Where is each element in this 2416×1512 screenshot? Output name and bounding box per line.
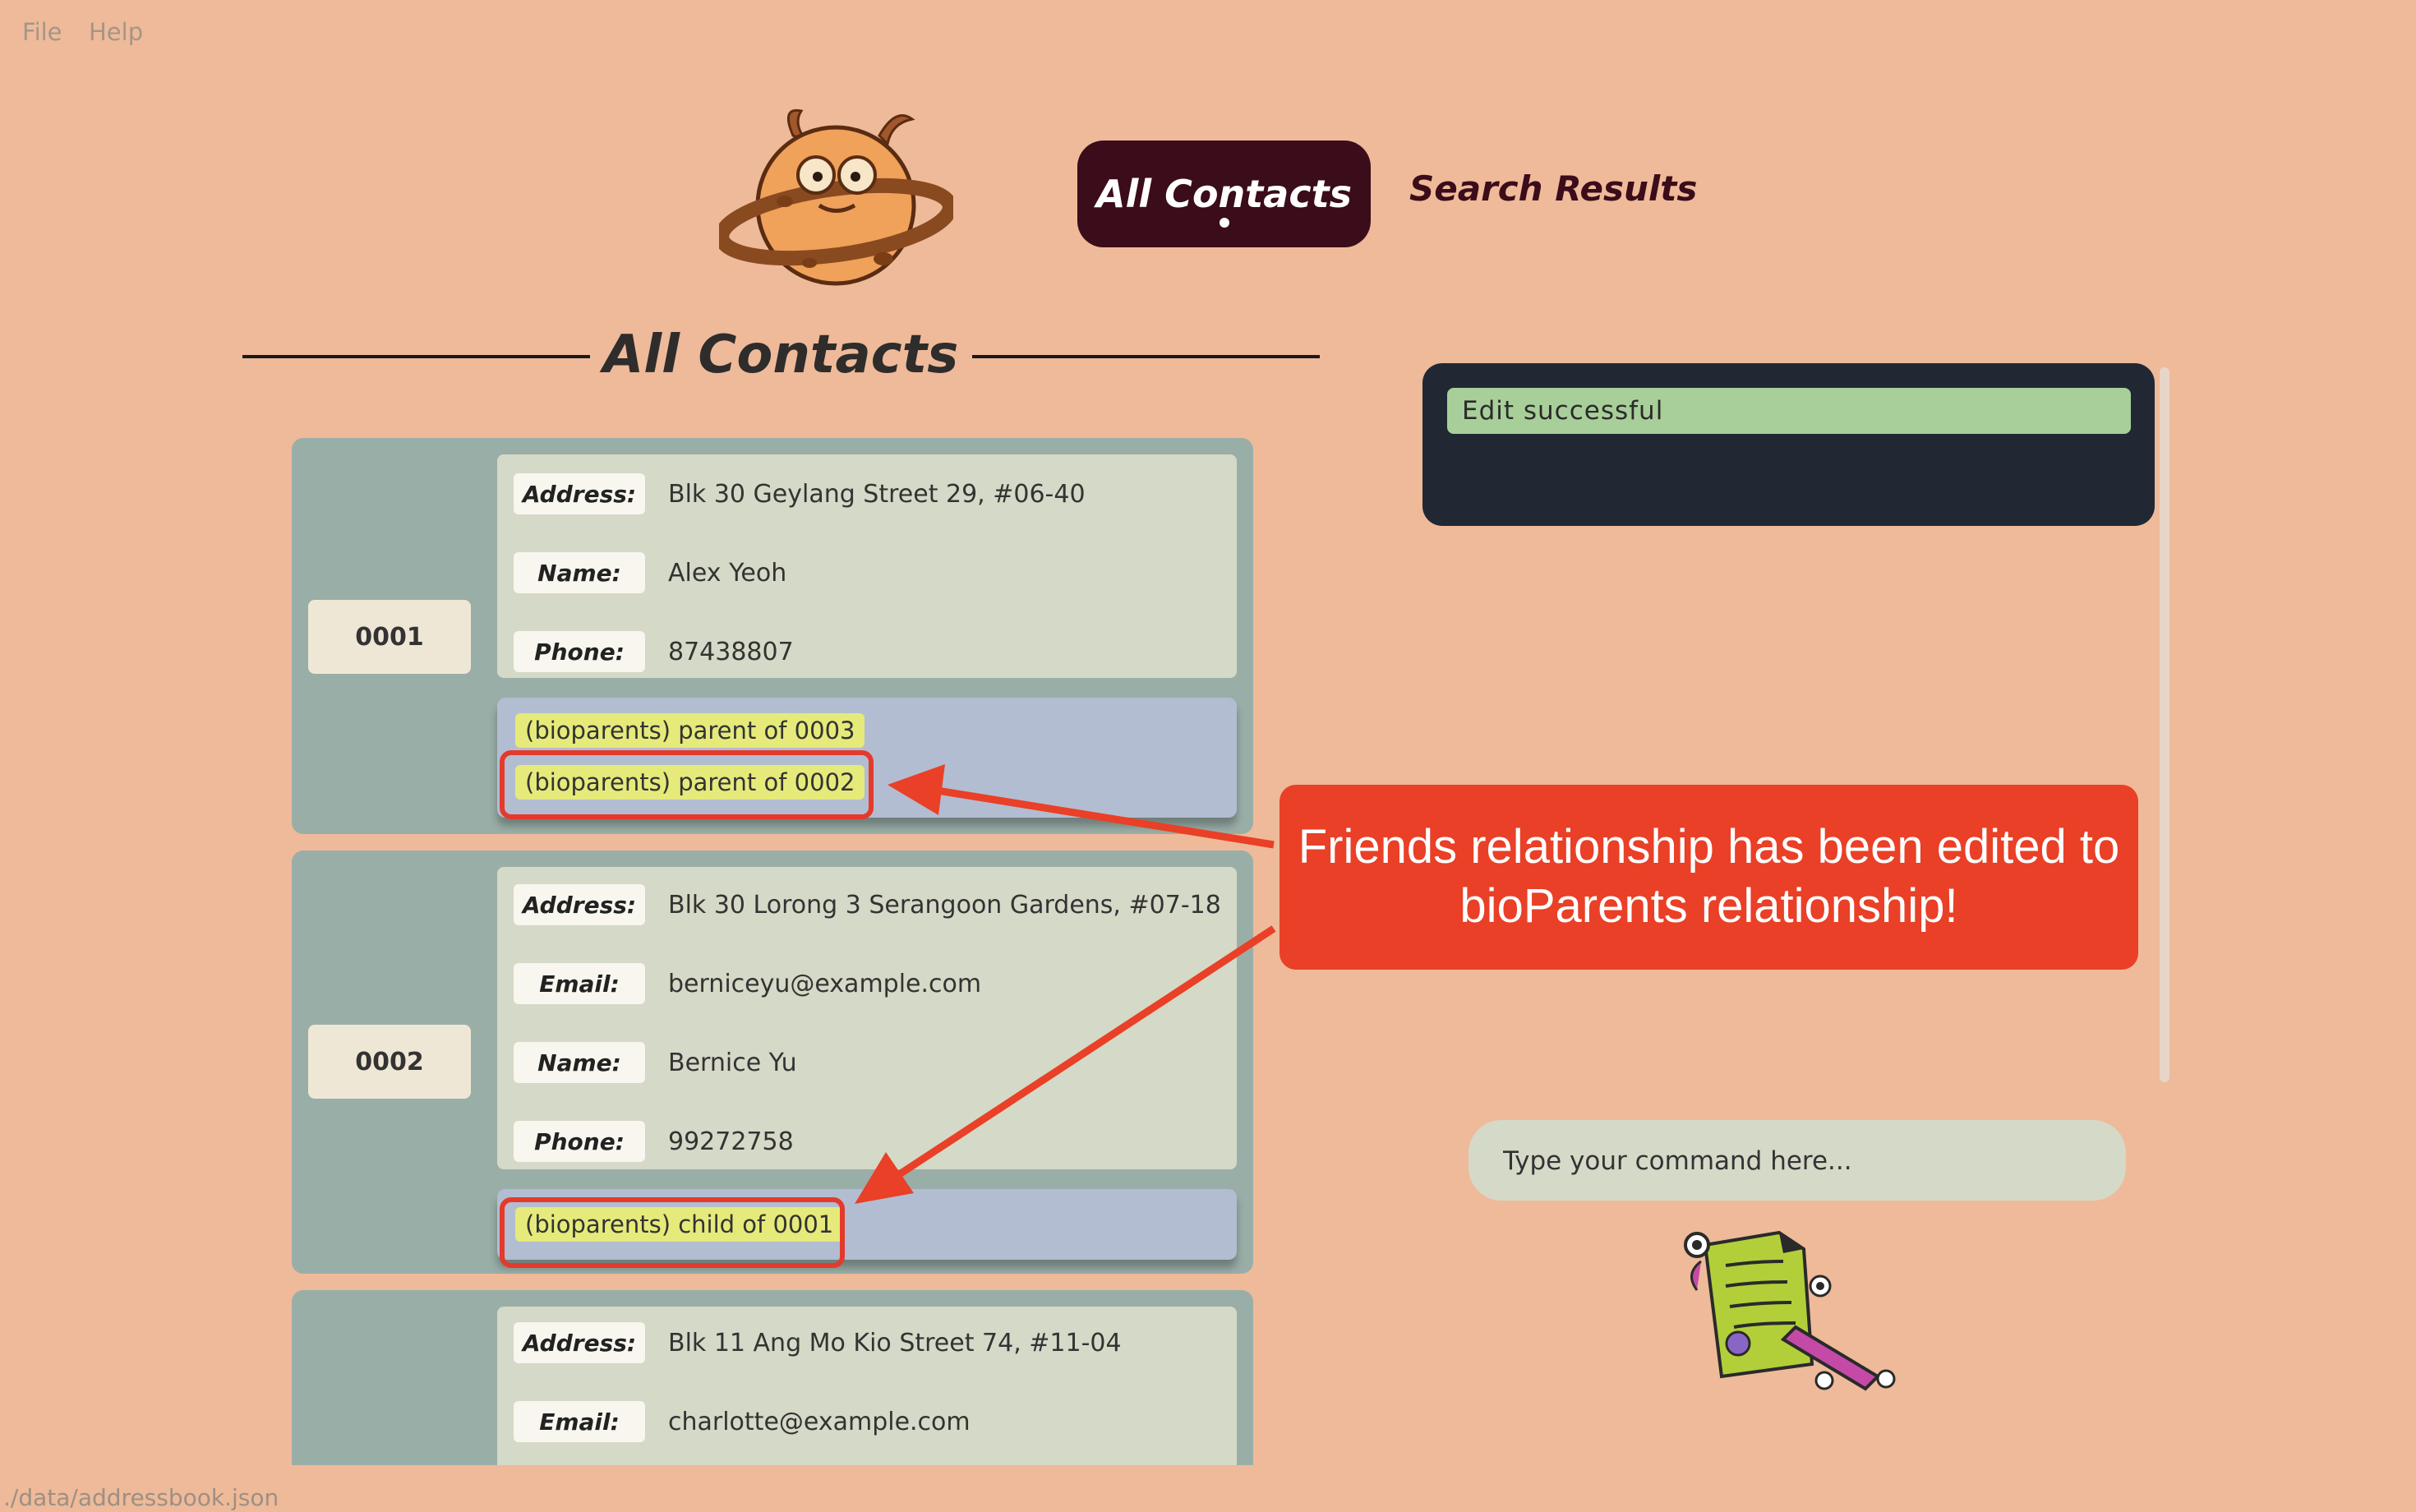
active-indicator-dot (1219, 218, 1229, 228)
contact-card[interactable]: 0002 Address: Blk 30 Lorong 3 Serangoon … (292, 850, 1253, 1274)
result-message: Edit successful (1447, 388, 2131, 434)
phone-value: 99272758 (668, 1127, 794, 1156)
field-row: Name: Alex Yeoh (514, 550, 786, 596)
contact-index: 0001 (308, 600, 471, 674)
relationship-tag: (bioparents) parent of 0003 (515, 713, 865, 748)
tab-search-results[interactable]: Search Results (1409, 168, 1697, 218)
contact-list[interactable]: 0001 Address: Blk 30 Geylang Street 29, … (292, 438, 1253, 1465)
title-divider-right (972, 355, 1320, 358)
address-value: Blk 11 Ang Mo Kio Street 74, #11-04 (668, 1328, 1122, 1358)
contact-fields: Address: Blk 30 Geylang Street 29, #06-4… (497, 454, 1237, 678)
field-row: Email: berniceyu@example.com (514, 961, 981, 1007)
result-display: Edit successful (1422, 363, 2155, 526)
menu-help[interactable]: Help (89, 18, 143, 46)
menu-file[interactable]: File (22, 18, 62, 46)
contact-fields: Address: Blk 11 Ang Mo Kio Street 74, #1… (497, 1307, 1237, 1465)
highlight-box (500, 1197, 845, 1268)
contact-card[interactable]: Address: Blk 11 Ang Mo Kio Street 74, #1… (292, 1290, 1253, 1465)
contact-fields: Address: Blk 30 Lorong 3 Serangoon Garde… (497, 867, 1237, 1169)
field-row: Phone: 99272758 (514, 1118, 794, 1164)
name-value: Alex Yeoh (668, 558, 787, 588)
address-value: Blk 30 Geylang Street 29, #06-40 (668, 479, 1086, 509)
field-row: Address: Blk 30 Geylang Street 29, #06-4… (514, 471, 1086, 517)
email-value: berniceyu@example.com (668, 969, 982, 998)
command-box[interactable] (1469, 1120, 2126, 1201)
field-label: Email: (514, 963, 645, 1004)
cookie-planet-logo-icon (719, 108, 953, 286)
field-row: Name: Bernice Yu (514, 1040, 797, 1086)
field-label: Phone: (514, 1121, 645, 1162)
field-label: Address: (514, 473, 645, 514)
field-row: Phone: 87438807 (514, 629, 794, 675)
field-label: Email: (514, 1401, 645, 1442)
field-row: Address: Blk 30 Lorong 3 Serangoon Garde… (514, 882, 1221, 928)
field-label: Phone: (514, 631, 645, 672)
field-label: Address: (514, 884, 645, 925)
contact-card[interactable]: 0001 Address: Blk 30 Geylang Street 29, … (292, 438, 1253, 834)
command-input[interactable] (1501, 1136, 2096, 1186)
contact-index: 0002 (308, 1025, 471, 1099)
field-label: Address: (514, 1322, 645, 1363)
highlight-box (500, 750, 874, 819)
status-bar-path: ./data/addressbook.json (3, 1484, 279, 1511)
title-divider-left (242, 355, 590, 358)
email-value: charlotte@example.com (668, 1407, 971, 1436)
field-label: Name: (514, 1042, 645, 1083)
field-row: Address: Blk 11 Ang Mo Kio Street 74, #1… (514, 1320, 1122, 1366)
address-value: Blk 30 Lorong 3 Serangoon Gardens, #07-1… (668, 890, 1221, 920)
section-title: All Contacts (602, 325, 959, 385)
field-label: Name: (514, 552, 645, 593)
tab-all-contacts[interactable]: All Contacts (1077, 141, 1371, 247)
tab-all-contacts-label: All Contacts (1096, 172, 1352, 216)
name-value: Bernice Yu (668, 1048, 797, 1077)
scrollbar[interactable] (2160, 367, 2169, 1082)
field-row: Email: charlotte@example.com (514, 1399, 971, 1445)
notepad-monster-icon (1684, 1230, 1896, 1391)
phone-value: 87438807 (668, 637, 794, 666)
annotation-callout: Friends relationship has been edited to … (1279, 785, 2138, 970)
